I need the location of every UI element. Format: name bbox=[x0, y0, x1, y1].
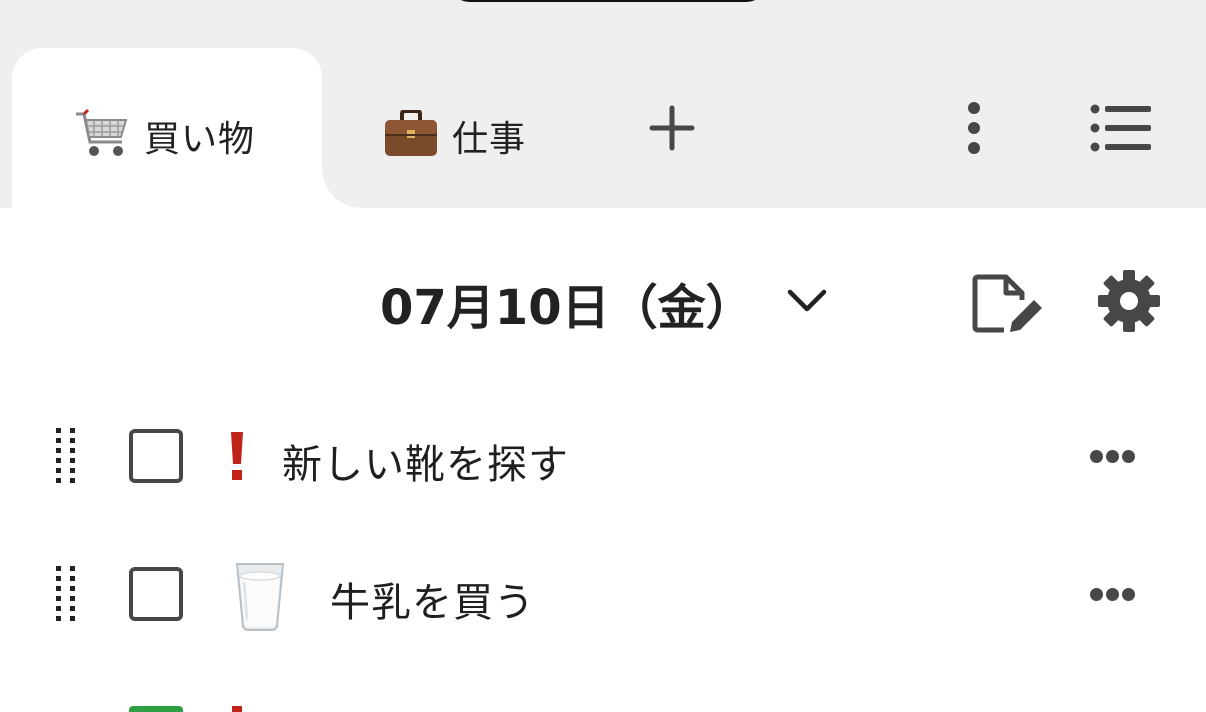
tab-work[interactable]: 仕事 bbox=[384, 108, 526, 164]
more-menu-button[interactable] bbox=[952, 98, 996, 158]
device-notch bbox=[448, 0, 768, 2]
drag-handle-icon[interactable] bbox=[56, 428, 78, 484]
exclamation-icon bbox=[232, 706, 242, 712]
chevron-down-icon[interactable] bbox=[782, 280, 832, 320]
tab-label: 買い物 bbox=[144, 119, 256, 160]
date-title[interactable]: 07月10日（金） bbox=[380, 268, 754, 338]
tab-bar: 買い物 仕事 bbox=[0, 0, 1206, 208]
list-icon bbox=[1090, 104, 1151, 152]
drag-handle-icon[interactable] bbox=[56, 566, 78, 622]
date-header: 07月10日（金） bbox=[0, 250, 1206, 350]
task-label: 牛乳を買う bbox=[330, 580, 535, 626]
kebab-icon bbox=[968, 102, 980, 154]
exclamation-icon bbox=[228, 430, 246, 486]
settings-gear-icon[interactable] bbox=[1096, 268, 1162, 334]
task-checkbox[interactable] bbox=[129, 567, 183, 621]
edit-note-icon[interactable] bbox=[970, 270, 1046, 338]
milk-glass-icon bbox=[234, 560, 286, 636]
tab-curve bbox=[322, 168, 362, 208]
task-row[interactable]: 新しい靴を探す bbox=[0, 406, 1206, 506]
task-checkbox-checked bbox=[129, 706, 183, 712]
plus-icon bbox=[649, 105, 695, 151]
drag-handle-icon bbox=[56, 704, 78, 712]
tab-label: 仕事 bbox=[452, 119, 527, 160]
task-label: 新しい靴を探す bbox=[282, 442, 569, 488]
task-row-partial bbox=[0, 700, 1206, 712]
shopping-cart-icon bbox=[74, 108, 130, 164]
task-more-icon[interactable] bbox=[1088, 450, 1136, 466]
task-checkbox[interactable] bbox=[129, 429, 183, 483]
task-row[interactable]: 牛乳を買う bbox=[0, 544, 1206, 644]
tab-shopping[interactable]: 買い物 bbox=[12, 48, 322, 208]
list-view-button[interactable] bbox=[1086, 98, 1156, 158]
briefcase-icon bbox=[384, 109, 438, 162]
add-tab-button[interactable] bbox=[646, 102, 698, 154]
task-more-icon[interactable] bbox=[1088, 588, 1136, 604]
